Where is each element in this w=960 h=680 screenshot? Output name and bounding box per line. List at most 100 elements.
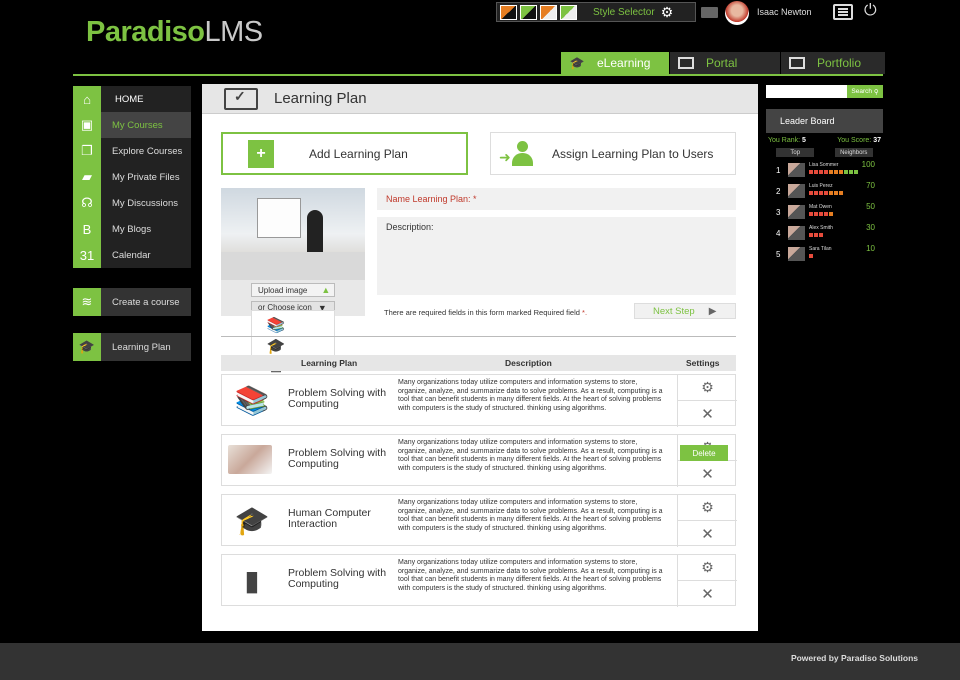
search-button[interactable]: Search ⚲ <box>847 85 883 98</box>
sidebar-item-blogs[interactable]: B My Blogs <box>73 216 191 242</box>
sidebar-item-calendar[interactable]: 31 Calendar <box>73 242 191 268</box>
upload-image-label: Upload image <box>258 285 308 295</box>
leader-rank: 4 <box>776 229 781 238</box>
leader-board-list: 1 Lisa Sommer 100 2 Luis Perez 70 3 Mat … <box>766 160 883 265</box>
close-icon[interactable]: ✕ <box>678 401 737 426</box>
score-level-bars <box>809 233 824 237</box>
gear-icon[interactable]: ⚙ <box>678 495 737 521</box>
tab-elearning[interactable]: 🎓 eLearning <box>561 52 669 74</box>
leader-score: 100 <box>861 160 875 169</box>
create-course-label: Create a course <box>112 296 180 308</box>
next-step-button[interactable]: Next Step ▶ <box>634 303 736 319</box>
delete-tooltip[interactable]: Delete <box>680 445 728 461</box>
add-document-icon: + <box>248 139 274 168</box>
graduation-cap-icon[interactable]: 🎓 <box>258 335 294 356</box>
your-score-label: You Score: <box>837 137 872 144</box>
assign-learning-plan-button[interactable]: ➜ Assign Learning Plan to Users <box>490 132 736 175</box>
leader-score: 70 <box>866 181 875 190</box>
score-level-bars <box>809 212 834 216</box>
level-bar-segment <box>809 191 813 195</box>
leader-name: Luis Perez <box>809 183 833 189</box>
footer-credit[interactable]: Powered by Paradiso Solutions <box>791 653 918 663</box>
column-header-settings: Settings <box>686 358 720 368</box>
theme-swatch-3[interactable] <box>540 4 557 20</box>
leader-board-title: Leader Board <box>766 109 883 133</box>
tab-portfolio[interactable]: Portfolio <box>781 52 885 74</box>
plan-title[interactable]: Problem Solving with Computing <box>288 568 388 590</box>
theme-swatch-4[interactable] <box>560 4 577 20</box>
bookmark-book-icon: ▮ <box>244 564 260 596</box>
tab-label: Portal <box>706 56 738 70</box>
plan-title[interactable]: Human Computer Interaction <box>288 508 388 530</box>
power-icon[interactable]: ⏻ <box>864 2 877 20</box>
close-icon[interactable]: ✕ <box>678 581 737 606</box>
filter-top-button[interactable]: Top <box>776 148 815 157</box>
level-bar-segment <box>824 191 828 195</box>
tab-portal[interactable]: Portal <box>670 52 780 74</box>
table-row[interactable]: 📚 Problem Solving with Computing Many or… <box>221 374 737 427</box>
create-course-button[interactable]: ≋ Create a course <box>73 288 191 316</box>
your-rank-label: You Rank: <box>768 137 801 144</box>
plan-title[interactable]: Problem Solving with Computing <box>288 388 388 410</box>
settings-cell: ⚙ ✕ <box>677 435 737 487</box>
theme-swatch-1[interactable] <box>500 4 517 20</box>
sidebar-item-explore-courses[interactable]: ❐ Explore Courses <box>73 138 191 164</box>
gear-icon[interactable]: ⚙ <box>678 555 737 581</box>
panel-header: Learning Plan <box>202 84 758 114</box>
plan-description: Many organizations today utilize compute… <box>398 439 663 472</box>
level-bar-segment <box>839 170 843 174</box>
table-row[interactable]: Problem Solving with Computing Many orga… <box>221 434 737 487</box>
assign-learning-plan-label: Assign Learning Plan to Users <box>552 146 714 161</box>
search-button-label: Search <box>851 88 873 95</box>
table-row[interactable]: 🎓 Human Computer Interaction Many organi… <box>221 494 737 547</box>
sidebar-item-discussions[interactable]: ☊ My Discussions <box>73 190 191 216</box>
main-panel: Learning Plan + Add Learning Plan ➜ Assi… <box>202 84 758 631</box>
discussions-icon: ☊ <box>73 190 101 216</box>
gear-icon[interactable]: ⚙ <box>661 4 674 21</box>
level-bar-segment <box>809 212 813 216</box>
leader-board-row[interactable]: 1 Lisa Sommer 100 <box>766 160 883 181</box>
sidebar-item-my-courses[interactable]: ▣ My Courses <box>73 112 191 138</box>
plan-title[interactable]: Problem Solving with Computing <box>288 448 388 470</box>
sidebar-nav: ⌂ HOME ▣ My Courses ❐ Explore Courses ▰ … <box>73 86 191 361</box>
table-row[interactable]: ▮ Problem Solving with Computing Many or… <box>221 554 737 607</box>
user-name[interactable]: Isaac Newton <box>757 7 812 17</box>
sidebar-menu: ⌂ HOME ▣ My Courses ❐ Explore Courses ▰ … <box>73 86 191 268</box>
sidebar-item-home[interactable]: ⌂ HOME <box>73 86 191 112</box>
learning-plan-button[interactable]: 🎓 Learning Plan <box>73 333 191 361</box>
learning-plan-label: Learning Plan <box>112 341 171 353</box>
courses-icon: ▣ <box>73 112 101 138</box>
books-icon[interactable]: 📚 <box>258 314 294 335</box>
plan-description-label: Description: <box>386 222 434 232</box>
avatar[interactable] <box>725 1 749 25</box>
books-icon: 📚 <box>234 384 270 416</box>
level-bar-segment <box>829 191 833 195</box>
sidebar-item-private-files[interactable]: ▰ My Private Files <box>73 164 191 190</box>
leader-board-row[interactable]: 5 Sara Tilan 10 <box>766 244 883 265</box>
play-arrow-icon: ▶ <box>708 305 717 317</box>
menu-icon[interactable] <box>833 4 853 20</box>
leader-score: 30 <box>866 223 875 232</box>
level-bar-segment <box>809 254 813 258</box>
upload-image-button[interactable]: Upload image ▲ <box>251 283 335 297</box>
search-input[interactable]: Search ⚲ <box>766 85 883 98</box>
graduation-cap-icon: 🎓 <box>234 504 270 536</box>
mail-icon[interactable] <box>701 7 718 18</box>
plan-name-label: Name Learning Plan: * <box>386 194 477 204</box>
theme-swatch-2[interactable] <box>520 4 537 20</box>
paradiso-logo[interactable]: ParadisoLMS <box>86 16 263 49</box>
plans-table-header: Learning Plan Description Settings <box>221 355 736 371</box>
column-header-plan: Learning Plan <box>301 358 358 368</box>
add-learning-plan-button[interactable]: + Add Learning Plan <box>221 132 468 175</box>
required-note-text: There are required fields in this form m… <box>384 308 580 317</box>
plan-description-field[interactable]: Description: <box>377 217 736 295</box>
leader-board-row[interactable]: 3 Mat Owen 50 <box>766 202 883 223</box>
close-icon[interactable]: ✕ <box>678 521 737 546</box>
leader-board-row[interactable]: 2 Luis Perez 70 <box>766 181 883 202</box>
gear-icon[interactable]: ⚙ <box>678 375 737 401</box>
leader-board-row[interactable]: 4 Alex Smith 30 <box>766 223 883 244</box>
plan-name-field[interactable]: Name Learning Plan: * <box>377 188 736 210</box>
close-icon[interactable]: ✕ <box>678 461 737 486</box>
explore-icon: ❐ <box>73 138 101 164</box>
filter-neighbors-button[interactable]: Neighbors <box>834 148 873 157</box>
